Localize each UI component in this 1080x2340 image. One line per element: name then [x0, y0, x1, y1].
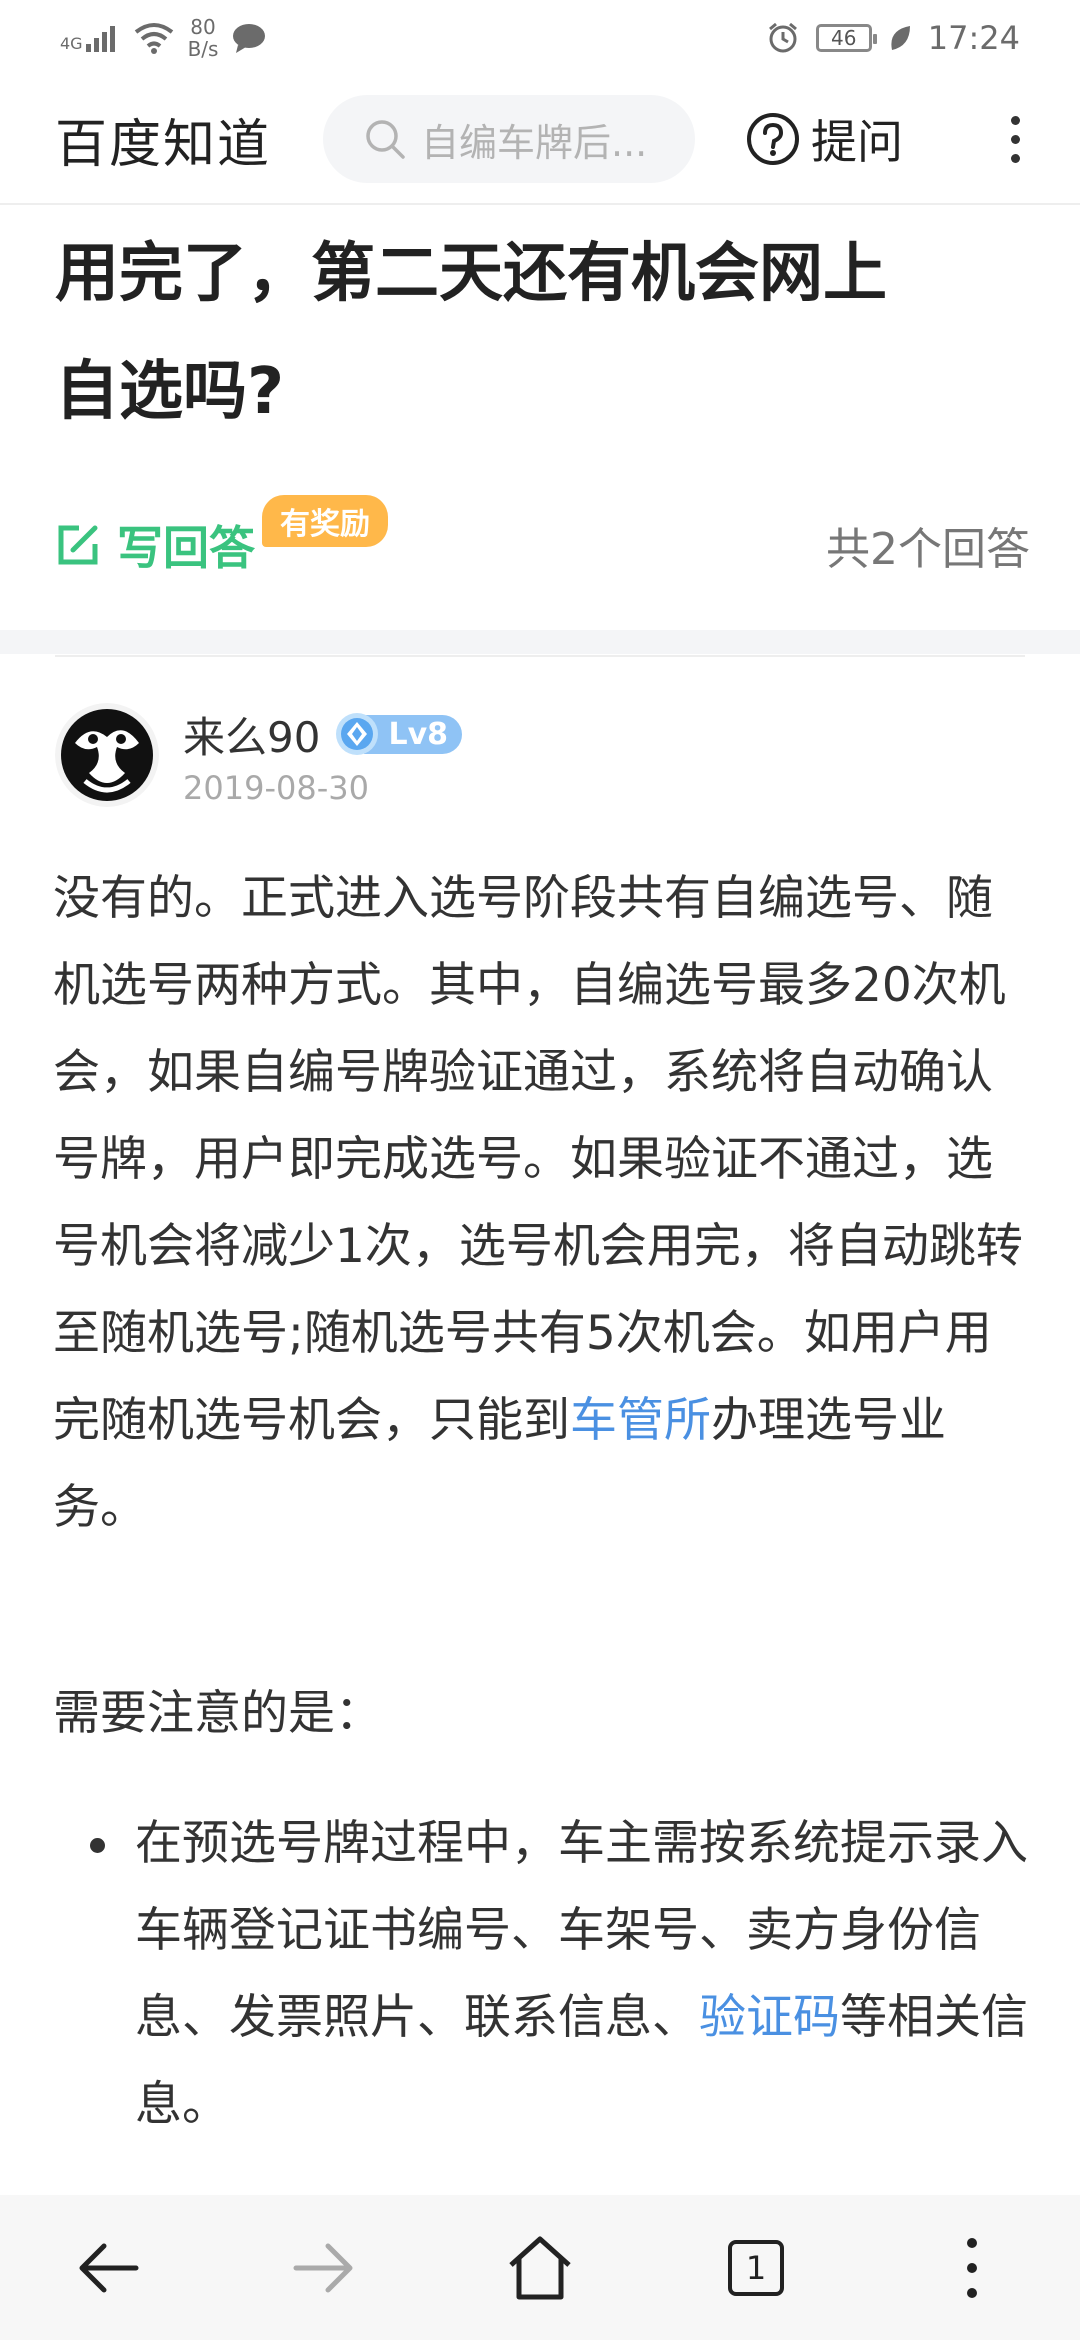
brand-logo[interactable]: 百度知道: [55, 102, 271, 177]
speed-value: 80: [190, 14, 216, 39]
search-placeholder: 自编车牌后...: [421, 120, 648, 165]
author-name[interactable]: 来么90: [183, 704, 320, 765]
forward-button[interactable]: [274, 2218, 374, 2318]
leaf-icon: [891, 25, 910, 50]
write-answer-button[interactable]: 写回答: [55, 512, 255, 578]
edit-icon: [58, 525, 98, 565]
question-actions: 写回答 有奖励 共2个回答: [55, 495, 1030, 585]
speed-unit: B/s: [187, 36, 219, 61]
home-button[interactable]: [490, 2218, 590, 2318]
diamond-icon: [336, 713, 379, 755]
link-che-guan-suo[interactable]: 车管所: [570, 1393, 711, 1448]
level-badge: Lv8: [334, 711, 462, 757]
battery-icon: 46: [815, 23, 877, 52]
message-icon: [233, 23, 266, 53]
search-box[interactable]: 自编车牌后...: [323, 95, 696, 183]
alarm-icon: [768, 22, 797, 52]
status-bar: 4G 80 B/s 46 17:24: [0, 0, 1080, 75]
more-menu-icon[interactable]: [1005, 115, 1025, 163]
answer-paragraph: 没有的。正式进入选号阶段共有自编选号、随机选号两种方式。其中，自编选号最多20次…: [53, 855, 1033, 1551]
tabs-button[interactable]: 1: [706, 2218, 806, 2318]
bullet-item: 在预选号牌过程中，车主需按系统提示录入车辆登记证书编号、车架号、卖方身份信息、发…: [135, 1800, 1035, 2148]
bullet-dot: [90, 1838, 105, 1853]
clock: 17:24: [927, 18, 1020, 57]
tab-count: 1: [728, 2239, 784, 2296]
question-title-line3: 自选吗?: [55, 355, 285, 429]
answer-date: 2019-08-30: [183, 768, 369, 807]
more-icon: [967, 2237, 977, 2298]
ask-button[interactable]: 提问: [745, 106, 903, 172]
arrow-left-icon: [79, 2243, 139, 2292]
link-verification-code[interactable]: 验证码: [699, 1990, 840, 2045]
avatar[interactable]: [55, 703, 159, 807]
menu-button[interactable]: [922, 2218, 1022, 2318]
signal-icon: 4G: [60, 24, 120, 52]
search-icon: [366, 120, 405, 159]
ask-label: 提问: [811, 115, 904, 169]
answer-count[interactable]: 共2个回答: [826, 513, 1030, 577]
app-header: 百度知道 自编车牌后... 提问: [0, 75, 1080, 205]
section-separator: [0, 630, 1080, 654]
arrow-right-icon: [293, 2243, 353, 2292]
home-icon: [509, 2236, 571, 2299]
reward-badge: 有奖励: [262, 495, 388, 547]
divider: [55, 655, 1025, 657]
network-label: 4G: [60, 33, 83, 53]
question-title: 网上自选车牌20次和随机10次 用完了，第二天还有机会网上 自选吗?: [55, 175, 1035, 451]
write-answer-label: 写回答: [117, 521, 255, 575]
answer-text-1: 没有的。正式进入选号阶段共有自编选号、随机选号两种方式。其中，自编选号最多20次…: [53, 871, 1023, 1448]
browser-nav-bar: 1: [0, 2195, 1080, 2340]
question-icon: [747, 113, 800, 165]
note-heading: 需要注意的是：: [53, 1686, 382, 1741]
answer-author: 来么90 Lv8 2019-08-30: [55, 700, 462, 810]
network-speed: 80 B/s: [188, 16, 219, 60]
question-title-line2: 用完了，第二天还有机会网上: [55, 237, 887, 311]
back-button[interactable]: [58, 2218, 158, 2318]
wifi-icon: [134, 22, 173, 54]
